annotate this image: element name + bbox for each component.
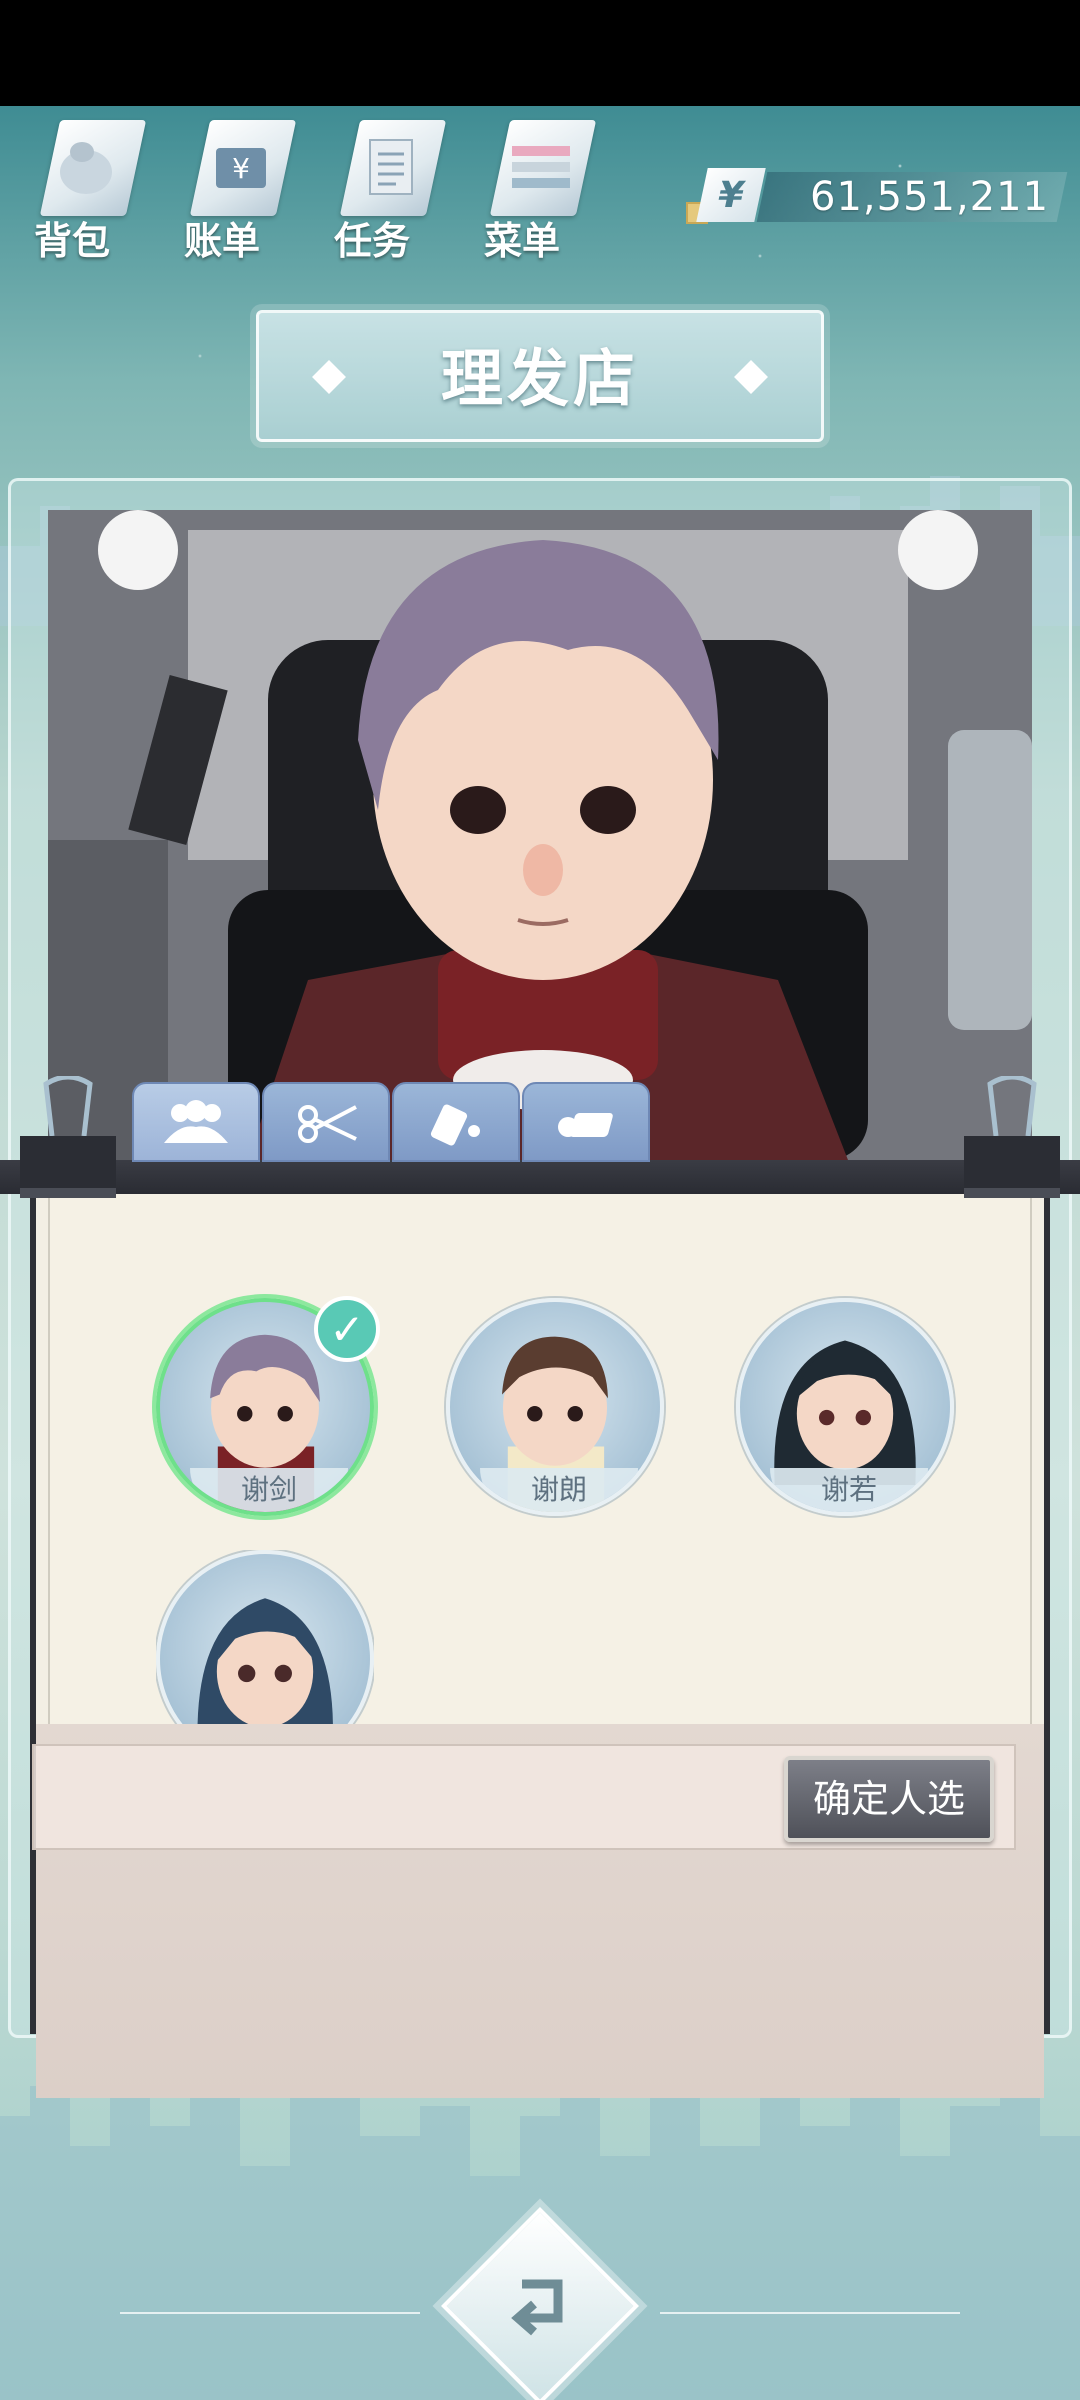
tab-dye[interactable]	[392, 1082, 520, 1162]
customize-tabs	[132, 1082, 650, 1162]
task-button[interactable]: 任务	[320, 110, 447, 263]
character-name: 谢朗	[480, 1468, 638, 1512]
menu-icon	[512, 146, 570, 188]
bill-label: 账单	[184, 219, 261, 263]
bill-button[interactable]: ¥ 账单	[170, 110, 297, 263]
currency-amount: 61,551,211	[810, 174, 1050, 220]
bag-icon	[60, 142, 112, 194]
character-card[interactable]	[156, 1550, 374, 1724]
page-title: 理发店	[440, 342, 639, 415]
eraser-icon	[558, 1113, 613, 1137]
character-avatar: 谢若	[736, 1298, 954, 1516]
character-card[interactable]: 谢剑 ✓	[156, 1296, 380, 1516]
ornament-line-right	[660, 2312, 960, 2314]
binder-clip-icon	[964, 1076, 1060, 1198]
character-avatar: 谢朗	[446, 1298, 664, 1516]
backpack-label: 背包	[34, 219, 111, 263]
currency-display: ¥ 61,551,211	[686, 168, 1068, 224]
task-icon	[369, 139, 413, 195]
svg-text:¥: ¥	[232, 152, 250, 185]
character-name: 谢若	[770, 1468, 928, 1512]
return-arrow-icon	[511, 2279, 563, 2336]
binder-clip-icon	[20, 1076, 116, 1198]
dye-icon	[430, 1104, 480, 1146]
status-bar	[0, 0, 1080, 106]
character-portrait	[248, 540, 848, 1160]
ornament-line-left	[120, 2312, 420, 2314]
tab-strip	[0, 1160, 1080, 1194]
paper-sheet: 谢剑 ✓ 谢朗 谢若	[48, 1194, 1032, 1724]
character-card[interactable]: 谢朗	[446, 1298, 664, 1516]
checkmark-icon: ✓	[314, 1296, 380, 1362]
confirm-selection-button[interactable]: 确定人选	[784, 1756, 994, 1842]
avatar-fourth	[197, 1598, 333, 1724]
bill-icon: ¥	[216, 148, 266, 188]
tab-scissors[interactable]	[262, 1082, 390, 1162]
tab-eraser[interactable]	[522, 1082, 650, 1162]
character-preview	[48, 510, 1032, 1160]
tab-people[interactable]	[132, 1082, 260, 1162]
title-plaque: 理发店	[256, 310, 824, 442]
character-avatar	[156, 1550, 374, 1724]
task-label: 任务	[334, 219, 411, 263]
menu-label: 菜单	[484, 219, 561, 263]
backpack-button[interactable]: 背包	[20, 110, 147, 263]
top-menu: 背包 ¥ 账单 任务 菜单	[20, 110, 597, 263]
character-card[interactable]: 谢若	[736, 1298, 954, 1516]
people-icon	[164, 1100, 228, 1143]
scissors-icon	[298, 1105, 357, 1143]
character-name: 谢剑	[190, 1468, 348, 1512]
menu-button[interactable]: 菜单	[470, 110, 597, 263]
yen-icon: ¥	[696, 168, 766, 222]
character-select-panel: 谢剑 ✓ 谢朗 谢若	[30, 1194, 1050, 2098]
